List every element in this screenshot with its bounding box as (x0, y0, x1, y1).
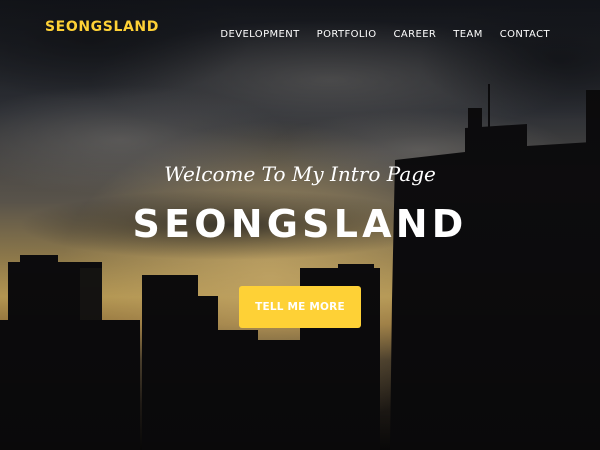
nav-item-contact: CONTACT (500, 22, 550, 41)
nav-link-contact[interactable]: CONTACT (500, 29, 550, 40)
nav-item-portfolio: PORTFOLIO (317, 22, 377, 41)
landing-page: SEONGSLAND DEVELOPMENT PORTFOLIO CAREER … (0, 0, 600, 450)
nav-item-team: TEAM (453, 22, 483, 41)
intro-heading: SEONGSLAND (132, 202, 468, 246)
nav-menu: DEVELOPMENT PORTFOLIO CAREER TEAM CONTAC… (220, 22, 550, 41)
tell-me-more-button[interactable]: TELL ME MORE (239, 286, 361, 328)
nav-item-development: DEVELOPMENT (220, 22, 299, 41)
top-navbar: SEONGSLAND DEVELOPMENT PORTFOLIO CAREER … (0, 0, 600, 56)
nav-link-development[interactable]: DEVELOPMENT (220, 29, 299, 40)
brand-logo-link[interactable]: SEONGSLAND (45, 19, 159, 35)
intro-lead-text: Welcome To My Intro Page (164, 162, 436, 186)
nav-link-team[interactable]: TEAM (453, 29, 483, 40)
nav-link-portfolio[interactable]: PORTFOLIO (317, 29, 377, 40)
nav-item-career: CAREER (394, 22, 437, 41)
nav-link-career[interactable]: CAREER (394, 29, 437, 40)
